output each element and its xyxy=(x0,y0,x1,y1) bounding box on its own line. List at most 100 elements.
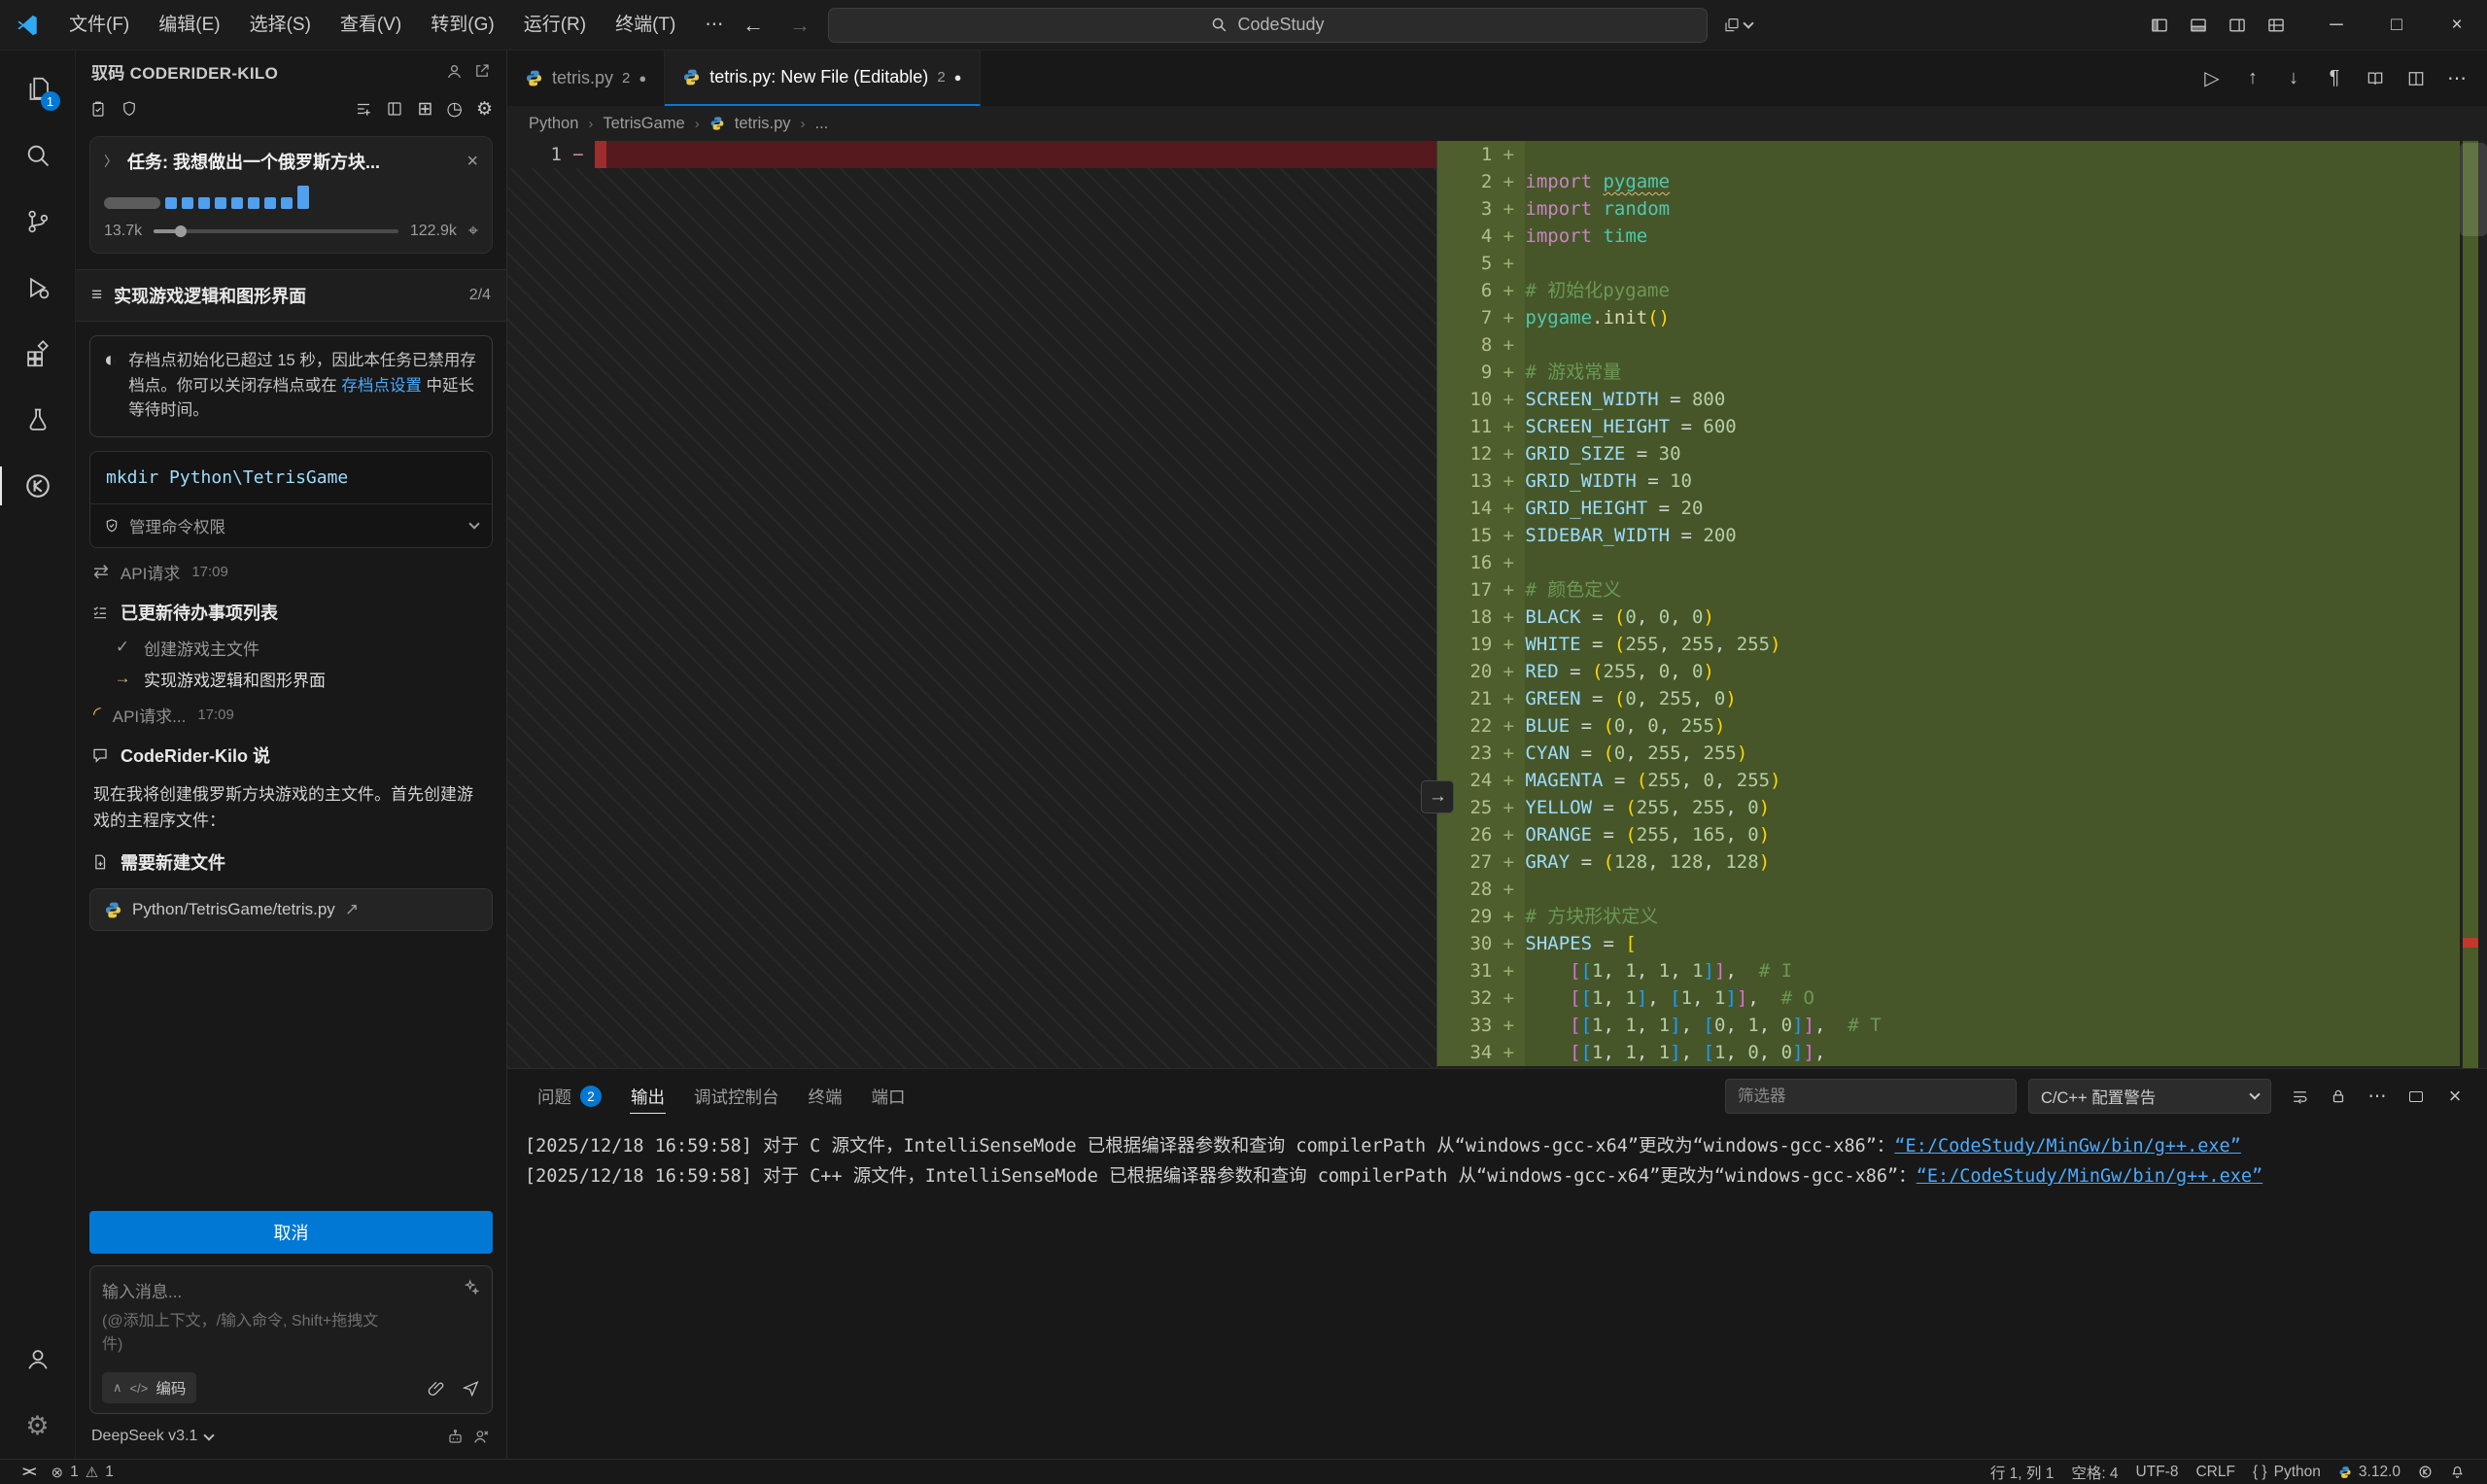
menu-item[interactable]: 运行(R) xyxy=(509,8,601,43)
target-icon[interactable]: ⌖ xyxy=(468,221,478,241)
menu-item[interactable]: 文件(F) xyxy=(54,8,144,43)
open-external-icon[interactable] xyxy=(473,62,491,80)
command-center-search[interactable]: CodeStudy xyxy=(828,8,1708,43)
code-line[interactable]: 13+GRID_WIDTH = 10 xyxy=(1437,467,2460,495)
code-line[interactable]: 28+ xyxy=(1437,876,2460,903)
command-permissions-row[interactable]: 管理命令权限 xyxy=(90,503,492,547)
code-line[interactable]: 7+pygame.init() xyxy=(1437,304,2460,331)
forward-icon[interactable]: → xyxy=(781,13,818,38)
deleted-line[interactable]: 1 − xyxy=(507,141,1436,168)
code-line[interactable]: 1+ xyxy=(1437,141,2460,168)
more-actions-icon[interactable]: ⋯ xyxy=(2438,60,2475,97)
code-line[interactable]: 14+GRID_HEIGHT = 20 xyxy=(1437,495,2460,522)
previous-change-icon[interactable]: ↑ xyxy=(2234,60,2271,97)
toggle-primary-sidebar-icon[interactable] xyxy=(2143,9,2176,42)
activity-search[interactable] xyxy=(0,122,76,189)
diff-modified-pane[interactable]: 1+2+import pygame3+import random4+import… xyxy=(1437,141,2487,1068)
code-line[interactable]: 26+ORANGE = (255, 165, 0) xyxy=(1437,821,2460,848)
activity-run-debug[interactable] xyxy=(0,255,76,321)
code-line[interactable]: 18+BLACK = (0, 0, 0) xyxy=(1437,604,2460,631)
breadcrumb-item[interactable]: ... xyxy=(815,115,829,133)
code-line[interactable]: 11+SCREEN_HEIGHT = 600 xyxy=(1437,413,2460,440)
overview-ruler[interactable] xyxy=(2460,141,2487,1068)
code-line[interactable]: 12+GRID_SIZE = 30 xyxy=(1437,440,2460,467)
code-line[interactable]: 16+ xyxy=(1437,549,2460,576)
activity-account[interactable] xyxy=(0,1327,76,1393)
compiler-path-link[interactable]: “E:/CodeStudy/MinGw/bin/g++.exe” xyxy=(1917,1166,2262,1187)
back-icon[interactable]: ← xyxy=(735,13,772,38)
layout-icon[interactable] xyxy=(386,100,403,118)
modified-dot-icon[interactable]: ● xyxy=(954,70,962,85)
maximize-panel-icon[interactable] xyxy=(2400,1080,2433,1113)
coderider-status-icon[interactable] xyxy=(2409,1460,2441,1484)
workspace-switcher-icon[interactable] xyxy=(1717,17,1752,34)
code-line[interactable]: 34+ [[1, 1, 1], [1, 0, 0]], xyxy=(1437,1039,2460,1066)
menu-item[interactable]: 转到(G) xyxy=(416,8,508,43)
diff-right-code[interactable]: 1+2+import pygame3+import random4+import… xyxy=(1437,141,2460,1068)
history-icon[interactable]: ◷ xyxy=(446,98,463,121)
diff-original-pane[interactable]: 1 − xyxy=(507,141,1437,1068)
code-line[interactable]: 31+ [[1, 1, 1, 1]], # I xyxy=(1437,957,2460,984)
output-filter-input[interactable] xyxy=(1725,1079,2017,1114)
todo-header[interactable]: ≡ 实现游戏逻辑和图形界面 2/4 xyxy=(76,269,506,322)
modified-dot-icon[interactable]: ● xyxy=(639,71,646,86)
maximize-button[interactable]: □ xyxy=(2366,0,2427,50)
code-line[interactable]: 32+ [[1, 1], [1, 1]], # O xyxy=(1437,984,2460,1012)
toggle-panel-icon[interactable] xyxy=(2182,9,2215,42)
next-change-icon[interactable]: ↓ xyxy=(2275,60,2312,97)
compiler-path-link[interactable]: “E:/CodeStudy/MinGw/bin/g++.exe” xyxy=(1894,1136,2240,1156)
menu-item[interactable]: 查看(V) xyxy=(326,8,416,43)
chat-input-placeholder[interactable]: 输入消息... xyxy=(102,1278,462,1302)
menu-item[interactable]: ⋯ xyxy=(690,8,738,43)
close-button[interactable]: × xyxy=(2427,0,2487,50)
attach-icon[interactable] xyxy=(428,1379,446,1398)
context-slider[interactable] xyxy=(154,229,398,233)
toggle-secondary-sidebar-icon[interactable] xyxy=(2221,9,2254,42)
enhance-prompt-icon[interactable] xyxy=(462,1278,480,1296)
todo-item-current[interactable]: → 实现游戏逻辑和图形界面 xyxy=(76,660,506,691)
whitespace-icon[interactable]: ¶ xyxy=(2316,60,2353,97)
code-line[interactable]: 5+ xyxy=(1437,250,2460,277)
code-line[interactable]: 30+SHAPES = [ xyxy=(1437,930,2460,957)
todo-item-done[interactable]: ✓ 创建游戏主文件 xyxy=(76,629,506,660)
breadcrumb-item[interactable]: TetrisGame xyxy=(603,115,684,133)
checkpoint-settings-link[interactable]: 存档点设置 xyxy=(341,377,422,395)
code-line[interactable]: 24+MAGENTA = (255, 0, 255) xyxy=(1437,767,2460,794)
code-line[interactable]: 17+# 颜色定义 xyxy=(1437,576,2460,604)
run-file-icon[interactable]: ▷ xyxy=(2193,60,2230,97)
menu-item[interactable]: 编辑(E) xyxy=(144,8,234,43)
mode-selector[interactable]: ∧ </> 编码 xyxy=(102,1372,196,1403)
code-line[interactable]: 19+WHITE = (255, 255, 255) xyxy=(1437,631,2460,658)
output-content[interactable]: [2025/12/18 16:59:58] 对于 C 源文件，IntelliSe… xyxy=(507,1123,2487,1459)
task-card[interactable]: 〉 任务: 我想做出一个俄罗斯方块... × 13.7k 122.9k ⌖ xyxy=(89,136,493,254)
code-line[interactable]: 3+import random xyxy=(1437,195,2460,223)
language-mode[interactable]: { } Python xyxy=(2244,1460,2330,1484)
code-line[interactable]: 8+ xyxy=(1437,331,2460,359)
scrollbar-slider[interactable] xyxy=(2460,143,2487,236)
activity-extensions[interactable] xyxy=(0,321,76,387)
account-icon[interactable] xyxy=(445,62,464,81)
code-line[interactable]: 9+# 游戏常量 xyxy=(1437,359,2460,386)
menu-item[interactable]: 终端(T) xyxy=(601,8,690,43)
indentation[interactable]: 空格: 4 xyxy=(2062,1460,2126,1484)
activity-explorer[interactable]: 1 xyxy=(0,56,76,122)
encoding[interactable]: UTF-8 xyxy=(2127,1460,2188,1484)
new-file-chip[interactable]: Python/TetrisGame/tetris.py ↗ xyxy=(89,888,493,931)
code-line[interactable]: 6+# 初始化pygame xyxy=(1437,277,2460,304)
customize-layout-icon[interactable] xyxy=(2260,9,2293,42)
tab-terminal[interactable]: 终端 xyxy=(794,1069,857,1123)
model-selector[interactable]: DeepSeek v3.1 xyxy=(91,1428,197,1445)
code-line[interactable]: 29+# 方块形状定义 xyxy=(1437,903,2460,930)
tab-problems[interactable]: 问题 2 xyxy=(523,1069,616,1123)
close-task-icon[interactable]: × xyxy=(466,151,478,173)
clipboard-check-icon[interactable] xyxy=(89,100,107,118)
word-wrap-icon[interactable] xyxy=(2283,1080,2316,1113)
code-line[interactable]: 20+RED = (255, 0, 0) xyxy=(1437,658,2460,685)
close-panel-icon[interactable]: × xyxy=(2438,1080,2471,1113)
cancel-button[interactable]: 取消 xyxy=(89,1211,493,1254)
activity-source-control[interactable] xyxy=(0,189,76,255)
marketplace-icon[interactable]: ⊞ xyxy=(417,98,432,121)
problems-status[interactable]: ⊗ 1 ⚠ 1 xyxy=(43,1460,122,1484)
tab-tetris-py-diff[interactable]: tetris.py: New File (Editable) 2 ● xyxy=(665,51,980,106)
code-line[interactable]: 27+GRAY = (128, 128, 128) xyxy=(1437,848,2460,876)
